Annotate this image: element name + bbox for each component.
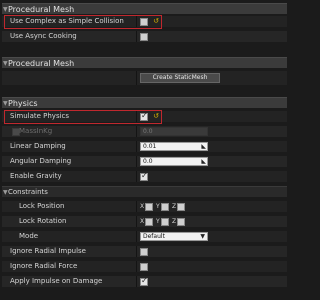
simulate-physics-checkbox[interactable]: ✓ (140, 110, 148, 121)
axis-y-label: Y (156, 218, 160, 225)
lock-rotation-y-checkbox[interactable] (161, 217, 169, 226)
property-label: Ignore Radial Force (10, 262, 78, 270)
property-row-lock-position: Lock Position X Y Z (2, 201, 287, 212)
property-label: MassInKg (19, 127, 53, 135)
ignore-radial-force-checkbox[interactable] (140, 262, 148, 271)
collapse-triangle-icon[interactable]: ▼ (3, 98, 8, 109)
property-label: Use Complex as Simple Collision (10, 17, 124, 25)
spinner-icon[interactable]: ◣ (201, 143, 206, 150)
field-value: 0.01 (143, 143, 157, 150)
section-title: Physics (8, 99, 38, 108)
create-static-mesh-button[interactable]: Create StaticMesh (140, 73, 220, 83)
section-title: Procedural Mesh (8, 5, 75, 14)
property-row-simulate-physics: Simulate Physics ✓ ↺ (2, 111, 287, 122)
property-label: Linear Damping (10, 142, 66, 150)
section-header-procedural-mesh[interactable]: ▼ Procedural Mesh (2, 57, 287, 68)
reset-to-default-icon[interactable]: ↺ (152, 112, 160, 120)
collapse-triangle-icon[interactable]: ▼ (3, 187, 8, 198)
lock-position-z-checkbox[interactable] (177, 202, 185, 211)
property-row-ignore-radial-force: Ignore Radial Force (2, 261, 287, 272)
checkmark-icon: ✓ (141, 110, 148, 120)
mode-dropdown[interactable]: Default ▼ (140, 232, 208, 241)
property-row-angular-damping: Angular Damping 0.0 ◣ (2, 156, 287, 167)
property-row-use-async-cooking: Use Async Cooking (2, 31, 287, 42)
axis-z-label: Z (172, 218, 177, 225)
axis-x-label: X (140, 218, 145, 225)
property-row-use-complex-as-simple-collision: Use Complex as Simple Collision ↺ (2, 16, 287, 27)
property-row-mass-in-kg: MassInKg 0.0 (2, 126, 287, 137)
angular-damping-field[interactable]: 0.0 ◣ (140, 157, 208, 166)
linear-damping-field[interactable]: 0.01 ◣ (140, 142, 208, 151)
subsection-title: Constraints (8, 188, 48, 196)
details-panel: ▼ Procedural Mesh Use Complex as Simple … (0, 0, 289, 300)
column-divider[interactable] (136, 141, 137, 152)
dropdown-value: Default (143, 233, 165, 240)
section-title: Procedural Mesh (8, 59, 75, 68)
column-divider[interactable] (136, 156, 137, 167)
checkmark-icon: ✓ (141, 275, 148, 285)
column-divider[interactable] (136, 201, 137, 212)
column-divider[interactable] (136, 111, 137, 122)
property-label: Angular Damping (10, 157, 72, 165)
collapse-triangle-icon[interactable]: ▼ (3, 58, 8, 69)
property-label: Apply Impulse on Damage (10, 277, 103, 285)
axis-y-label: Y (156, 203, 160, 210)
use-async-cooking-checkbox[interactable] (140, 32, 148, 41)
column-divider[interactable] (136, 276, 137, 287)
collapse-triangle-icon[interactable]: ▼ (3, 4, 8, 15)
property-row-lock-rotation: Lock Rotation X Y Z (2, 216, 287, 227)
section-header-procedural-mesh[interactable]: ▼ Procedural Mesh (2, 3, 287, 14)
chevron-down-icon: ▼ (200, 233, 205, 240)
column-divider[interactable] (136, 126, 137, 137)
reset-to-default-icon[interactable]: ↺ (152, 17, 160, 25)
property-row-linear-damping: Linear Damping 0.01 ◣ (2, 141, 287, 152)
column-divider[interactable] (136, 71, 137, 85)
checkmark-icon: ✓ (141, 170, 148, 180)
axis-x-label: X (140, 203, 145, 210)
field-value: 0.0 (143, 158, 153, 165)
property-row-mode: Mode Default ▼ (2, 231, 287, 242)
lock-rotation-x-checkbox[interactable] (145, 217, 153, 226)
ignore-radial-impulse-checkbox[interactable] (140, 247, 148, 256)
enable-gravity-checkbox[interactable]: ✓ (140, 170, 148, 181)
property-label: Enable Gravity (10, 172, 62, 180)
column-divider[interactable] (136, 216, 137, 227)
constraints-header[interactable]: ▼ Constraints (2, 186, 287, 197)
property-row-ignore-radial-impulse: Ignore Radial Impulse (2, 246, 287, 257)
property-label: Use Async Cooking (10, 32, 77, 40)
column-divider[interactable] (136, 31, 137, 42)
property-label: Ignore Radial Impulse (10, 247, 86, 255)
use-complex-collision-checkbox[interactable] (140, 17, 148, 26)
property-label: Lock Rotation (19, 217, 67, 225)
property-label: Lock Position (19, 202, 65, 210)
apply-impulse-on-damage-checkbox[interactable]: ✓ (140, 275, 148, 286)
lock-rotation-z-checkbox[interactable] (177, 217, 185, 226)
property-row-enable-gravity: Enable Gravity ✓ (2, 171, 287, 182)
column-divider[interactable] (136, 261, 137, 272)
lock-position-y-checkbox[interactable] (161, 202, 169, 211)
mass-in-kg-field[interactable]: 0.0 (140, 127, 208, 136)
section-header-physics[interactable]: ▼ Physics (2, 97, 287, 108)
axis-z-label: Z (172, 203, 177, 210)
spinner-icon[interactable]: ◣ (201, 158, 206, 165)
property-label: Simulate Physics (10, 112, 70, 120)
column-divider[interactable] (136, 231, 137, 242)
column-divider[interactable] (136, 171, 137, 182)
property-row-apply-impulse-on-damage: Apply Impulse on Damage ✓ (2, 276, 287, 287)
property-row-create-static-mesh: Create StaticMesh (2, 71, 287, 85)
column-divider[interactable] (136, 16, 137, 27)
column-divider[interactable] (136, 246, 137, 257)
lock-position-x-checkbox[interactable] (145, 202, 153, 211)
property-label: Mode (19, 232, 39, 240)
